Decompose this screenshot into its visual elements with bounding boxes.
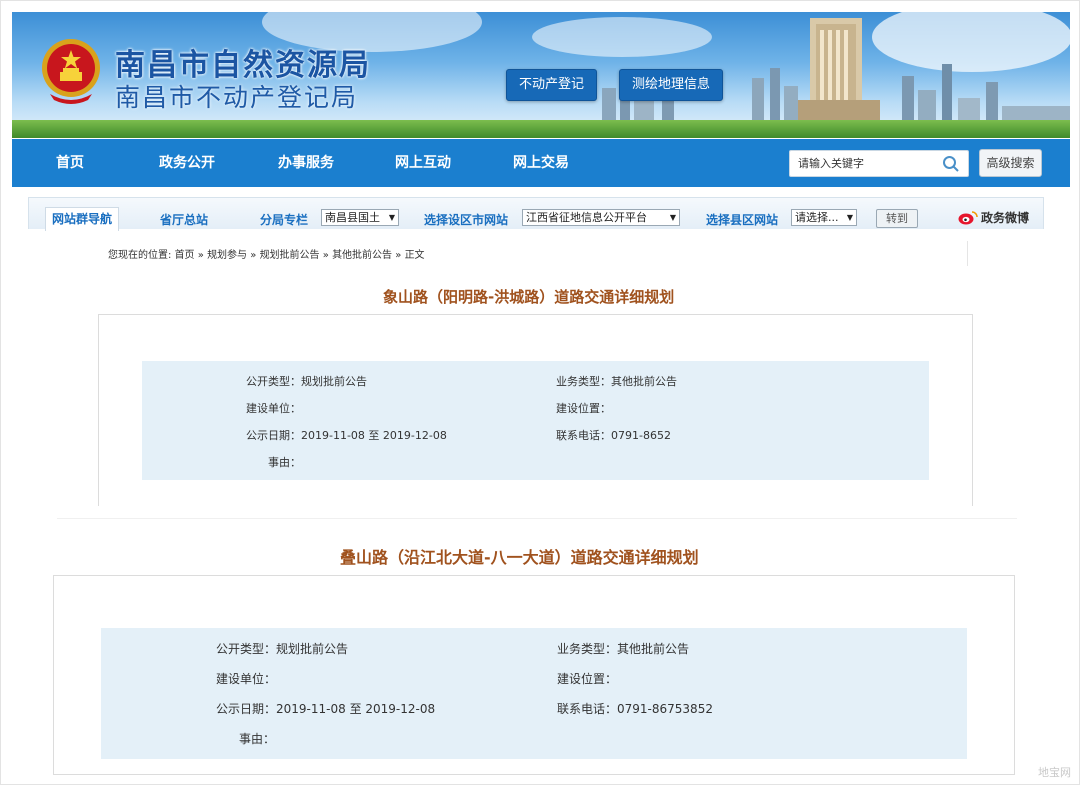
search-field xyxy=(789,150,969,177)
breadcrumb-other[interactable]: 其他批前公告 xyxy=(332,250,392,261)
watermark: 地宝网 xyxy=(1038,766,1071,779)
site-banner: 南昌市自然资源局 南昌市不动产登记局 不动产登记 测绘地理信息 xyxy=(12,12,1070,138)
builder-label: 建设单位： xyxy=(216,672,277,686)
main-nav: 首页 政务公开 办事服务 网上互动 网上交易 高级搜索 xyxy=(12,139,1070,187)
builder-field: 建设单位： xyxy=(216,670,276,687)
tab-site-group[interactable]: 网站群导航 xyxy=(45,207,120,231)
nav-item-services[interactable]: 办事服务 xyxy=(278,139,334,187)
article-card: 公开类型：规划批前公告 业务类型：其他批前公告 建设单位： 建设位置： 公示日期… xyxy=(98,314,973,506)
surveying-info-button[interactable]: 测绘地理信息 xyxy=(619,69,724,101)
article-card: 公开类型：规划批前公告 业务类型：其他批前公告 建设单位： 建设位置： 公示日期… xyxy=(53,575,1015,775)
branch-select-value: 南昌县国土 xyxy=(325,211,380,224)
breadcrumb: 您现在的位置: 首页 » 规划参与 » 规划批前公告 » 其他批前公告 » 正文 xyxy=(98,241,968,266)
advanced-search-button[interactable]: 高级搜索 xyxy=(979,149,1042,177)
phone-value: 0791-8652 xyxy=(611,429,671,442)
breadcrumb-pre-approval[interactable]: 规划批前公告 xyxy=(260,250,320,261)
public-type-field: 公开类型：规划批前公告 xyxy=(216,640,348,657)
weibo-link[interactable]: 政务微博 xyxy=(958,209,1029,226)
province-site-link[interactable]: 省厅总站 xyxy=(160,211,208,228)
breadcrumb-current: 正文 xyxy=(404,250,425,261)
public-type-label: 公开类型： xyxy=(246,375,301,388)
reason-label: 事由： xyxy=(239,732,276,746)
public-type-value: 规划批前公告 xyxy=(301,375,367,388)
breadcrumb-separator: » xyxy=(197,250,204,261)
public-type-field: 公开类型：规划批前公告 xyxy=(246,373,367,389)
page-frame: 南昌市自然资源局 南昌市不动产登记局 不动产登记 测绘地理信息 首页 政务公开 … xyxy=(0,0,1080,785)
date-field: 公示日期：2019-11-08 至 2019-12-08 xyxy=(246,427,447,443)
article-title: 象山路（阳明路-洪城路）道路交通详细规划 xyxy=(383,288,675,306)
dropdown-arrow-icon: ▼ xyxy=(669,213,676,222)
location-field: 建设位置： xyxy=(557,670,617,687)
business-type-label: 业务类型： xyxy=(557,642,618,656)
nav-item-home[interactable]: 首页 xyxy=(56,139,84,187)
article-title: 叠山路（沿江北大道-八一大道）道路交通详细规划 xyxy=(340,548,699,567)
breadcrumb-home[interactable]: 首页 xyxy=(175,250,195,261)
phone-label: 联系电话： xyxy=(557,702,618,716)
weibo-icon xyxy=(958,211,978,225)
date-value: 2019-11-08 至 2019-12-08 xyxy=(301,429,447,442)
phone-label: 联系电话： xyxy=(556,429,611,442)
nav-item-interaction[interactable]: 网上互动 xyxy=(395,139,451,187)
reason-label: 事由： xyxy=(268,456,301,469)
go-button[interactable]: 转到 xyxy=(876,209,918,228)
date-field: 公示日期：2019-11-08 至 2019-12-08 xyxy=(216,700,435,717)
business-type-label: 业务类型： xyxy=(556,375,611,388)
search-input[interactable] xyxy=(790,151,935,176)
national-emblem-icon xyxy=(42,39,100,104)
date-label: 公示日期： xyxy=(216,702,277,716)
breadcrumb-separator: » xyxy=(250,250,257,261)
date-label: 公示日期： xyxy=(246,429,301,442)
business-type-field: 业务类型：其他批前公告 xyxy=(556,373,677,389)
breadcrumb-separator: » xyxy=(322,250,329,261)
builder-label: 建设单位： xyxy=(246,402,301,415)
city-site-select-value: 江西省征地信息公开平台 xyxy=(526,211,647,224)
business-type-value: 其他批前公告 xyxy=(611,375,677,388)
divider xyxy=(57,518,1017,519)
county-site-select[interactable]: 请选择... ▼ xyxy=(791,209,857,226)
nav-item-gov-affairs[interactable]: 政务公开 xyxy=(159,139,215,187)
article-info-panel: 公开类型：规划批前公告 业务类型：其他批前公告 建设单位： 建设位置： 公示日期… xyxy=(142,361,929,480)
phone-field: 联系电话：0791-8652 xyxy=(556,427,671,443)
location-label: 建设位置： xyxy=(556,402,611,415)
location-field: 建设位置： xyxy=(556,400,611,416)
branch-select[interactable]: 南昌县国土 ▼ xyxy=(321,209,399,226)
builder-field: 建设单位： xyxy=(246,400,301,416)
dropdown-arrow-icon: ▼ xyxy=(846,213,853,222)
phone-value: 0791-86753852 xyxy=(617,702,713,716)
public-type-value: 规划批前公告 xyxy=(276,642,349,656)
dropdown-arrow-icon: ▼ xyxy=(388,213,395,222)
business-type-field: 业务类型：其他批前公告 xyxy=(557,640,689,657)
breadcrumb-planning[interactable]: 规划参与 xyxy=(207,250,247,261)
city-site-link[interactable]: 选择设区市网站 xyxy=(424,211,508,228)
search-icon[interactable] xyxy=(942,155,960,173)
business-type-value: 其他批前公告 xyxy=(617,642,690,656)
grass-decoration xyxy=(12,120,1070,138)
real-estate-registration-button[interactable]: 不动产登记 xyxy=(506,69,598,101)
breadcrumb-separator: » xyxy=(395,250,402,261)
county-site-select-value: 请选择... xyxy=(795,211,839,224)
breadcrumb-prefix: 您现在的位置: xyxy=(108,250,172,261)
county-site-link[interactable]: 选择县区网站 xyxy=(706,211,778,228)
site-group-nav: 网站群导航 省厅总站 分局专栏 南昌县国土 ▼ 选择设区市网站 江西省征地信息公开… xyxy=(28,197,1044,231)
public-type-label: 公开类型： xyxy=(216,642,277,656)
location-label: 建设位置： xyxy=(557,672,618,686)
city-site-select[interactable]: 江西省征地信息公开平台 ▼ xyxy=(522,209,680,226)
branch-column-link[interactable]: 分局专栏 xyxy=(260,211,308,228)
weibo-label: 政务微博 xyxy=(981,211,1030,225)
nav-item-trading[interactable]: 网上交易 xyxy=(513,139,569,187)
date-value: 2019-11-08 至 2019-12-08 xyxy=(276,702,436,716)
phone-field: 联系电话：0791-86753852 xyxy=(557,700,713,717)
breadcrumb-text: 您现在的位置: 首页 » 规划参与 » 规划批前公告 » 其他批前公告 » 正文 xyxy=(108,246,425,261)
article-info-panel: 公开类型：规划批前公告 业务类型：其他批前公告 建设单位： 建设位置： 公示日期… xyxy=(101,628,967,759)
site-subtitle: 南昌市不动产登记局 xyxy=(115,83,359,112)
